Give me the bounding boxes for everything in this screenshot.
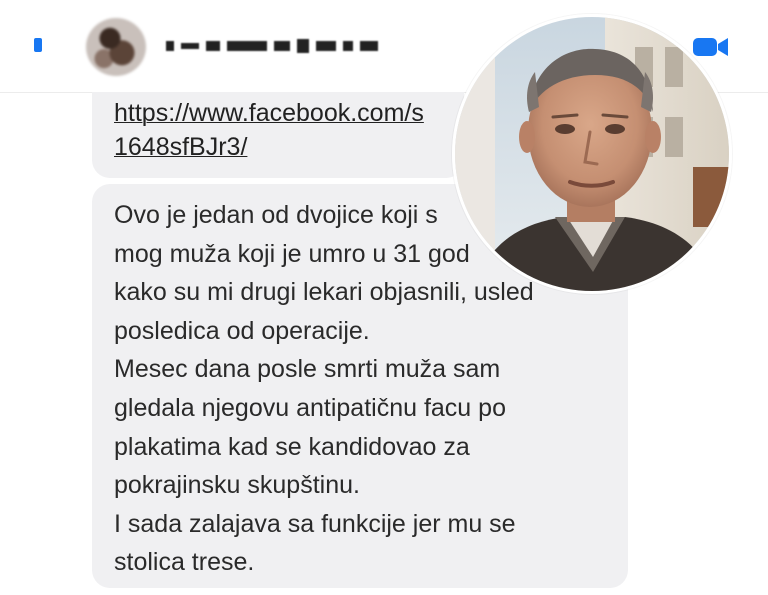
contact-name-redacted: [166, 38, 378, 54]
video-camera-icon[interactable]: [692, 36, 730, 58]
portrait-illustration: [455, 17, 729, 291]
back-icon[interactable]: [34, 38, 42, 52]
portrait-photo: [452, 14, 732, 294]
contact-avatar[interactable]: [86, 18, 146, 76]
messenger-screenshot: https://www.facebook.com/s 1648sfBJr3/ O…: [0, 0, 768, 595]
message-link[interactable]: https://www.facebook.com/s 1648sfBJr3/: [114, 96, 424, 164]
